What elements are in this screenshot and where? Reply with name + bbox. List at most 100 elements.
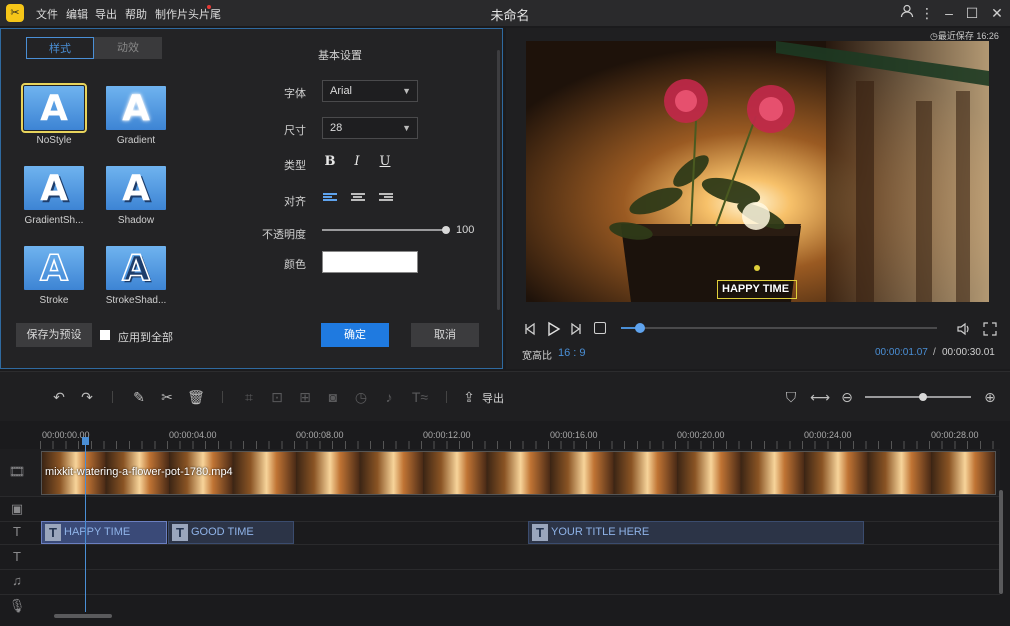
ruler-tick: 00:00:12.00 [423, 430, 471, 440]
opacity-value: 100 [456, 224, 475, 236]
fullscreen-icon[interactable] [982, 321, 998, 337]
size-value: 28 [330, 122, 343, 134]
play-icon[interactable] [544, 320, 562, 338]
zoom-out-icon[interactable]: ⊖ [838, 388, 856, 406]
video-track-icon: 🎞 [8, 464, 26, 479]
resize-icon[interactable]: ⊡ [268, 388, 286, 406]
snapshot-icon[interactable]: ◙ [324, 388, 342, 406]
zoom-slider[interactable] [865, 396, 971, 398]
aspect-ratio-value[interactable]: 16 : 9 [558, 347, 586, 359]
horizontal-scrollbar[interactable] [54, 614, 112, 618]
tab-animation[interactable]: 动效 [94, 37, 162, 59]
text-overlay[interactable]: HAPPY TIME [722, 283, 789, 295]
size-select[interactable]: 28 ▼ [322, 117, 418, 139]
maximize-icon[interactable]: ☐ [963, 4, 981, 22]
vertical-scrollbar[interactable] [999, 490, 1003, 594]
timeline-toolbar [0, 371, 1010, 421]
text-clip-icon: T [172, 524, 188, 541]
text-clip-icon: T [532, 524, 548, 541]
preset-stroke[interactable]: A [24, 246, 84, 290]
menu-intro-outro[interactable]: 制作片头片尾 [155, 6, 221, 22]
playback-progress-bar[interactable] [621, 327, 937, 329]
playhead-handle[interactable] [82, 437, 89, 445]
timeline-ruler[interactable] [40, 441, 995, 449]
minimize-icon[interactable]: – [940, 4, 958, 22]
tab-style[interactable]: 样式 [26, 37, 94, 59]
text-track-2 [0, 545, 1000, 570]
text-to-speech-icon[interactable]: T≈ [408, 388, 432, 406]
fit-timeline-icon[interactable]: ⟷ [810, 388, 830, 406]
chevron-down-icon: ▼ [402, 123, 411, 133]
text-track-icon: T [13, 549, 21, 564]
clock-icon: ◷ [930, 31, 938, 41]
mosaic-icon[interactable]: ⊞ [296, 388, 314, 406]
text-clip-label: GOOD TIME [191, 526, 254, 538]
panel-scrollbar[interactable] [497, 50, 500, 310]
total-time: 00:00:30.01 [942, 347, 995, 358]
ruler-tick: 00:00:04.00 [169, 430, 217, 440]
marker-icon[interactable]: ⛉ [782, 388, 800, 406]
align-center-icon[interactable] [351, 193, 365, 203]
menu-help[interactable]: 帮助 [125, 6, 147, 22]
align-left-icon[interactable] [323, 193, 337, 203]
text-clip-good-time[interactable]: T GOOD TIME [168, 521, 294, 544]
video-preview[interactable] [526, 41, 989, 302]
ok-button[interactable]: 确定 [321, 323, 389, 347]
toolbar-divider [446, 391, 447, 403]
microphone-track-icon: 🎙 [8, 598, 26, 613]
playhead-line[interactable] [85, 437, 86, 612]
color-picker[interactable] [322, 251, 418, 273]
underline-button[interactable]: U [377, 154, 393, 170]
preset-gradient-shadow[interactable]: A [24, 166, 84, 210]
edit-pencil-icon[interactable]: ✎ [130, 388, 148, 406]
playback-progress-handle[interactable] [634, 323, 645, 333]
font-value: Arial [330, 85, 353, 97]
text-clip-your-title[interactable]: T YOUR TITLE HERE [528, 521, 864, 544]
voiceover-icon[interactable]: ♪ [380, 388, 398, 406]
align-right-icon[interactable] [379, 193, 393, 203]
scissors-icon[interactable]: ✂ [158, 388, 176, 406]
bold-button[interactable]: B [322, 154, 338, 170]
more-icon[interactable]: ⋮ [918, 4, 936, 22]
preset-stroke-shadow[interactable]: A [106, 246, 166, 290]
italic-button[interactable]: I [349, 154, 365, 170]
menu-file[interactable]: 文件 [36, 6, 58, 22]
current-time: 00:00:01.07 [875, 347, 928, 358]
delete-icon[interactable]: 🗑 [187, 388, 205, 406]
undo-icon[interactable]: ↶ [50, 388, 68, 406]
opacity-slider-handle[interactable] [442, 226, 450, 234]
preset-gradient[interactable]: A [106, 86, 166, 130]
opacity-slider-track[interactable] [322, 229, 446, 231]
preset-nostyle[interactable]: A [21, 83, 87, 133]
preset-shadow[interactable]: A [106, 166, 166, 210]
rotate-handle[interactable] [754, 265, 760, 271]
apply-all-checkbox[interactable] [100, 330, 110, 340]
close-icon[interactable]: ✕ [988, 4, 1006, 22]
font-select[interactable]: Arial ▼ [322, 80, 418, 102]
menu-export[interactable]: 导出 [95, 6, 117, 22]
crop-icon[interactable]: ⌗ [240, 388, 258, 406]
toolbar-divider [112, 391, 113, 403]
preset-label: Gradient [116, 135, 156, 146]
prev-frame-icon[interactable] [522, 321, 538, 337]
music-track-icon: ♫ [12, 573, 22, 588]
ruler-tick: 00:00:16.00 [550, 430, 598, 440]
cancel-button[interactable]: 取消 [411, 323, 479, 347]
redo-icon[interactable]: ↷ [78, 388, 96, 406]
notification-dot [207, 5, 211, 9]
volume-icon[interactable] [956, 321, 972, 337]
ruler-tick: 00:00:20.00 [677, 430, 725, 440]
next-frame-icon[interactable] [568, 321, 584, 337]
export-button[interactable]: 导出 [482, 390, 504, 406]
save-preset-button[interactable]: 保存为预设 [16, 323, 92, 347]
speed-icon[interactable]: ◷ [352, 388, 370, 406]
zoom-in-icon[interactable]: ⊕ [981, 388, 999, 406]
stop-icon[interactable] [594, 322, 606, 334]
text-clip-happy-time[interactable]: T HAPPY TIME [41, 521, 167, 544]
apply-all-label: 应用到全部 [118, 332, 173, 344]
menu-edit[interactable]: 编辑 [66, 6, 88, 22]
user-icon[interactable] [898, 4, 916, 22]
font-label: 字体 [284, 88, 306, 100]
export-icon[interactable]: ⇪ [460, 388, 478, 406]
music-track [0, 570, 1000, 595]
